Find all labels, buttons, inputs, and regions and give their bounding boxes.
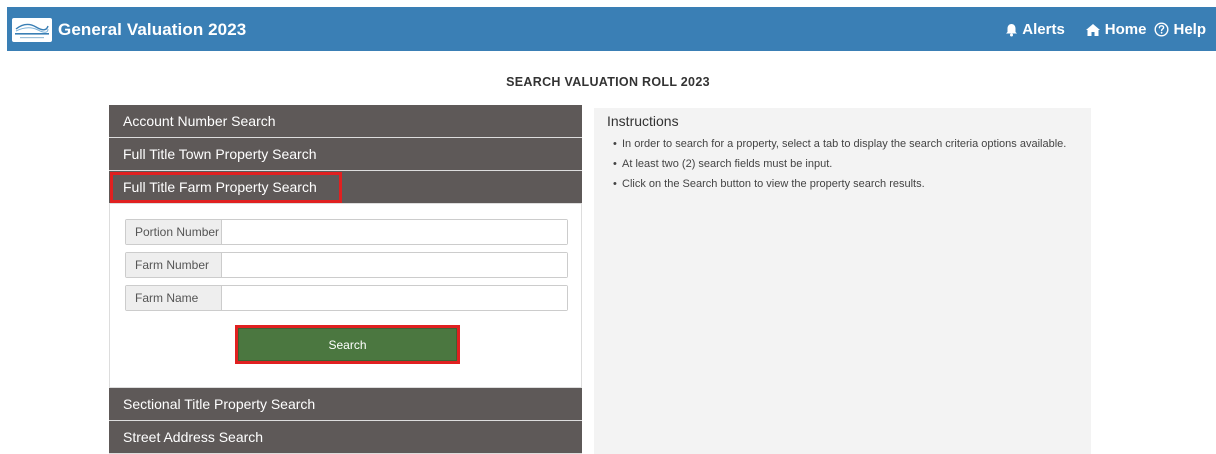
instruction-item: Click on the Search button to view the p… (607, 175, 1078, 193)
page-title: SEARCH VALUATION ROLL 2023 (506, 75, 710, 89)
tab-label: Street Address Search (123, 429, 264, 445)
tab-sectional-title-property-search[interactable]: Sectional Title Property Search (109, 388, 582, 421)
app-title[interactable]: General Valuation 2023 (58, 20, 246, 40)
alerts-link[interactable]: Alerts (1005, 21, 1065, 38)
portion-number-label: Portion Number (126, 220, 222, 244)
search-button-highlight: Search (235, 325, 460, 364)
tab-label: Account Number Search (123, 113, 276, 129)
instructions-list: In order to search for a property, selec… (607, 135, 1078, 193)
instructions-title: Instructions (607, 113, 679, 129)
instructions-panel: Instructions In order to search for a pr… (594, 108, 1091, 454)
municipality-logo[interactable] (12, 18, 52, 42)
portion-number-field: Portion Number (125, 219, 568, 245)
instruction-item: At least two (2) search fields must be i… (607, 155, 1078, 173)
question-circle-icon (1154, 22, 1169, 37)
tab-label: Sectional Title Property Search (123, 396, 316, 412)
instruction-item: In order to search for a property, selec… (607, 135, 1078, 153)
home-icon (1085, 23, 1100, 36)
farm-number-field: Farm Number (125, 252, 568, 278)
alerts-label: Alerts (1022, 21, 1065, 38)
search-button[interactable]: Search (238, 328, 457, 361)
home-link[interactable]: Home (1085, 21, 1147, 38)
top-navbar: General Valuation 2023 Alerts Home Help (7, 7, 1216, 51)
tab-label: Full Title Town Property Search (123, 146, 317, 162)
farm-number-input[interactable] (222, 253, 567, 277)
home-label: Home (1104, 21, 1147, 38)
tab-street-address-search[interactable]: Street Address Search (109, 421, 582, 454)
search-accordion: Account Number Search Full Title Town Pr… (109, 105, 582, 454)
farm-name-field: Farm Name (125, 285, 568, 311)
highlight-box (110, 172, 342, 203)
bell-icon (1006, 23, 1018, 36)
tab-account-number-search[interactable]: Account Number Search (109, 105, 582, 138)
farm-search-panel: Portion Number Farm Number Farm Name Sea… (109, 204, 582, 388)
farm-name-input[interactable] (222, 286, 567, 310)
portion-number-input[interactable] (222, 220, 567, 244)
help-link[interactable]: Help (1154, 21, 1206, 38)
tab-full-title-farm-property-search[interactable]: Full Title Farm Property Search (109, 171, 582, 204)
farm-number-label: Farm Number (126, 253, 222, 277)
tab-full-title-town-property-search[interactable]: Full Title Town Property Search (109, 138, 582, 171)
farm-name-label: Farm Name (126, 286, 222, 310)
help-label: Help (1173, 21, 1206, 38)
